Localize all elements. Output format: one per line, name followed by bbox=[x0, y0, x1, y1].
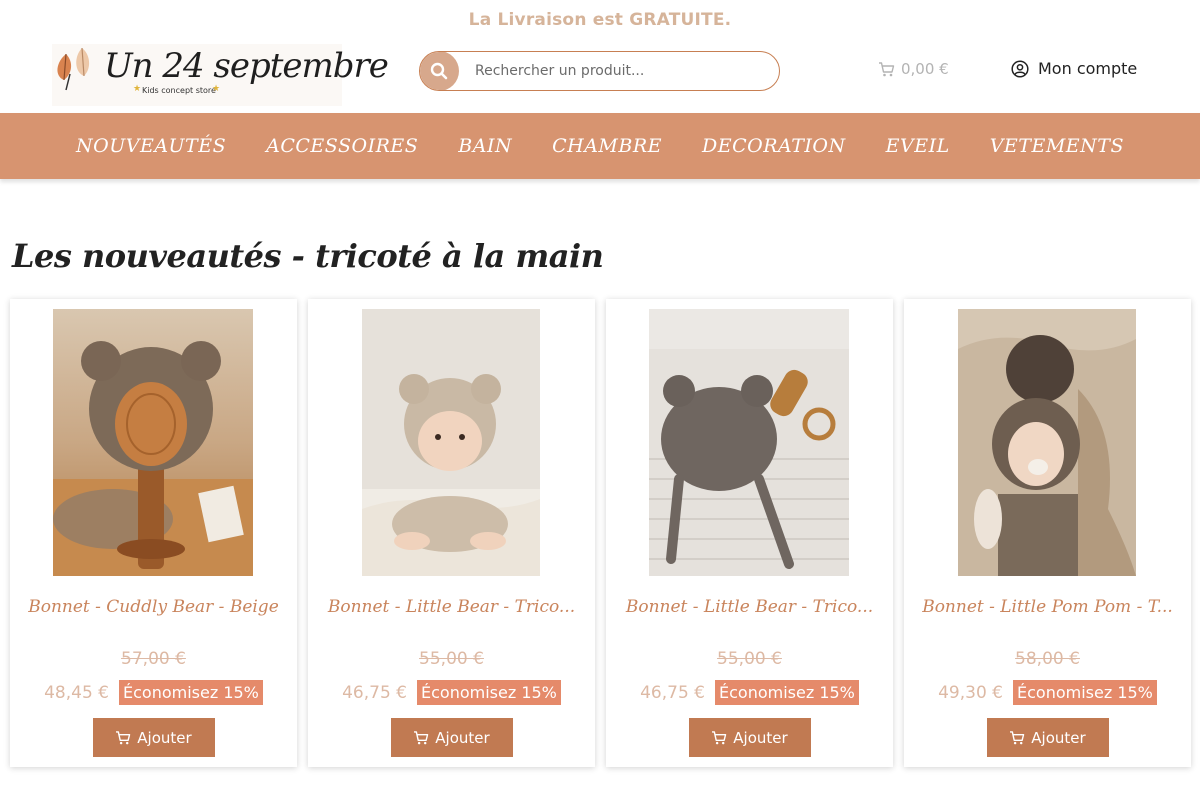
product-price: 49,30 € bbox=[938, 682, 1003, 703]
user-circle-icon bbox=[1011, 59, 1029, 78]
add-label: Ajouter bbox=[435, 728, 490, 747]
brand-wordmark: Un 24 septembre bbox=[104, 46, 389, 86]
product-old-price: 55,00 € bbox=[717, 649, 782, 669]
product-name[interactable]: Bonnet - Little Pom Pom - T... bbox=[920, 597, 1175, 617]
product-card[interactable]: Bonnet - Little Bear - Trico... 55,00 € … bbox=[606, 299, 893, 767]
account-link[interactable]: Mon compte bbox=[1011, 59, 1137, 78]
product-card[interactable]: Bonnet - Little Bear - Trico... 55,00 € … bbox=[308, 299, 595, 767]
product-image[interactable] bbox=[53, 309, 253, 576]
cart-icon bbox=[712, 730, 727, 744]
product-image[interactable] bbox=[958, 309, 1136, 576]
add-label: Ajouter bbox=[733, 728, 788, 747]
search-input[interactable] bbox=[475, 63, 765, 79]
nav-item-decoration[interactable]: DECORATION bbox=[682, 135, 866, 157]
product-old-price: 58,00 € bbox=[1015, 649, 1080, 669]
price-row: 48,45 € Économisez 15% bbox=[10, 680, 297, 705]
price-row: 46,75 € Économisez 15% bbox=[308, 680, 595, 705]
star-icon: ★ bbox=[212, 84, 221, 94]
product-card[interactable]: Bonnet - Little Pom Pom - T... 58,00 € 4… bbox=[904, 299, 1191, 767]
product-image[interactable] bbox=[362, 309, 540, 576]
cart-icon bbox=[879, 61, 895, 76]
add-label: Ajouter bbox=[137, 728, 192, 747]
product-grid: Bonnet - Cuddly Bear - Beige 57,00 € 48,… bbox=[10, 299, 1191, 767]
cart-icon bbox=[1010, 730, 1025, 744]
product-old-price: 55,00 € bbox=[419, 649, 484, 669]
main-nav: NOUVEAUTÉS ACCESSOIRES BAIN CHAMBRE DECO… bbox=[0, 113, 1200, 179]
product-image[interactable] bbox=[649, 309, 849, 576]
account-label: Mon compte bbox=[1038, 59, 1138, 78]
cart-icon bbox=[116, 730, 131, 744]
cart-total: 0,00 € bbox=[901, 60, 949, 78]
search-icon bbox=[430, 62, 448, 80]
price-row: 49,30 € Économisez 15% bbox=[904, 680, 1191, 705]
cart-icon bbox=[414, 730, 429, 744]
brand-tagline: Kids concept store bbox=[142, 86, 216, 95]
nav-item-nouveautes[interactable]: NOUVEAUTÉS bbox=[56, 135, 246, 157]
product-name[interactable]: Bonnet - Little Bear - Trico... bbox=[324, 597, 579, 617]
section-title: Les nouveautés - tricoté à la main bbox=[12, 237, 604, 275]
header: Un 24 septembre ★ Kids concept store ★ 0… bbox=[0, 40, 1200, 113]
add-label: Ajouter bbox=[1031, 728, 1086, 747]
promo-bar: La Livraison est GRATUITE. bbox=[0, 0, 1200, 40]
leaf-icon bbox=[57, 47, 90, 91]
brand-logo[interactable]: Un 24 septembre ★ Kids concept store ★ bbox=[52, 44, 389, 106]
nav-item-bain[interactable]: BAIN bbox=[438, 135, 532, 157]
cart-button[interactable]: 0,00 € bbox=[878, 60, 949, 78]
product-card[interactable]: Bonnet - Cuddly Bear - Beige 57,00 € 48,… bbox=[10, 299, 297, 767]
discount-badge: Économisez 15% bbox=[1013, 680, 1157, 705]
add-to-cart-button[interactable]: Ajouter bbox=[986, 718, 1109, 757]
product-name[interactable]: Bonnet - Little Bear - Trico... bbox=[622, 597, 877, 617]
product-price: 48,45 € bbox=[44, 682, 109, 703]
promo-text: La Livraison est GRATUITE. bbox=[468, 10, 732, 30]
search-button[interactable] bbox=[420, 52, 459, 90]
price-row: 46,75 € Économisez 15% bbox=[606, 680, 893, 705]
add-to-cart-button[interactable]: Ajouter bbox=[92, 718, 215, 757]
product-price: 46,75 € bbox=[640, 682, 705, 703]
nav-item-accessoires[interactable]: ACCESSOIRES bbox=[246, 135, 438, 157]
product-name[interactable]: Bonnet - Cuddly Bear - Beige bbox=[26, 597, 281, 617]
search-bar bbox=[419, 51, 780, 91]
nav-item-chambre[interactable]: CHAMBRE bbox=[532, 135, 682, 157]
nav-item-vetements[interactable]: VETEMENTS bbox=[970, 135, 1144, 157]
star-icon: ★ bbox=[133, 84, 142, 94]
product-old-price: 57,00 € bbox=[121, 649, 186, 669]
discount-badge: Économisez 15% bbox=[417, 680, 561, 705]
product-price: 46,75 € bbox=[342, 682, 407, 703]
discount-badge: Économisez 15% bbox=[715, 680, 859, 705]
add-to-cart-button[interactable]: Ajouter bbox=[688, 718, 811, 757]
nav-item-eveil[interactable]: EVEIL bbox=[866, 135, 970, 157]
add-to-cart-button[interactable]: Ajouter bbox=[390, 718, 513, 757]
discount-badge: Économisez 15% bbox=[119, 680, 263, 705]
